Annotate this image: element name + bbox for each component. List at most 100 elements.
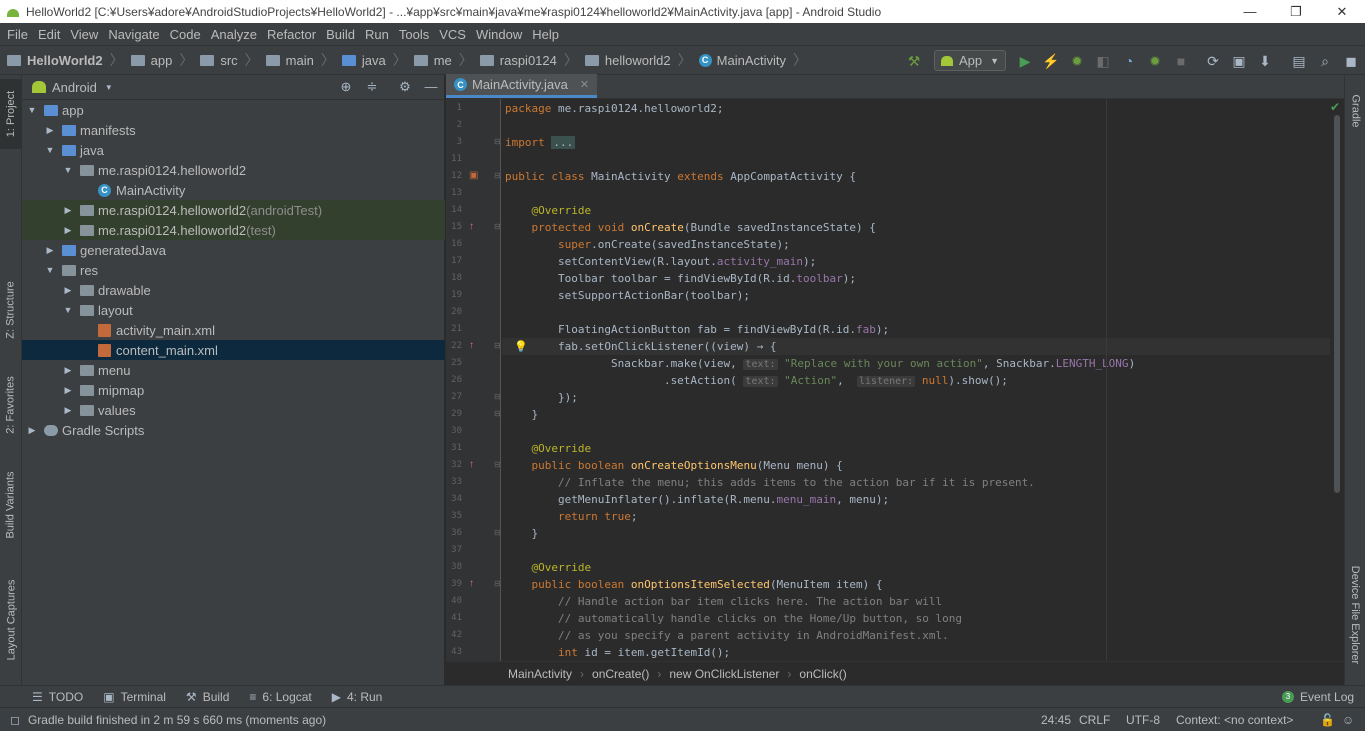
sdk-manager-icon[interactable]: ⬇ [1253, 46, 1277, 76]
close-button[interactable]: ✕ [1319, 0, 1365, 23]
chevron-down-icon[interactable]: ▼ [62, 165, 74, 175]
tab-build-variants[interactable]: Build Variants [0, 460, 22, 550]
tree-item[interactable]: C MainActivity [22, 180, 445, 200]
tab-device-file-explorer[interactable]: Device File Explorer [1345, 555, 1365, 675]
menu-code[interactable]: Code [165, 27, 206, 42]
intention-bulb-icon[interactable]: 💡 [514, 338, 528, 355]
chevron-right-icon[interactable]: ▶ [44, 125, 56, 136]
line-separator[interactable]: CRLF [1079, 713, 1110, 727]
code-line[interactable]: public boolean onOptionsItemSelected(Men… [505, 576, 883, 593]
search-icon[interactable]: ⌕ [1313, 46, 1337, 76]
code-line[interactable]: @Override [505, 559, 592, 576]
chevron-down-icon[interactable]: ▼ [44, 265, 56, 275]
restore-button[interactable]: ❐ [1273, 0, 1319, 23]
menu-view[interactable]: View [65, 27, 103, 42]
menu-tools[interactable]: Tools [394, 27, 434, 42]
coverage-icon[interactable]: ◧ [1091, 46, 1115, 76]
attach-debugger-icon[interactable]: ✹ [1143, 46, 1167, 76]
tab-mainactivity[interactable]: C MainActivity.java ✕ [446, 74, 598, 98]
tree-item[interactable]: ▼ me.raspi0124.helloworld2 [22, 160, 445, 180]
chevron-down-icon[interactable]: ▼ [44, 145, 56, 155]
debug-icon[interactable]: ✹ [1065, 46, 1089, 76]
chevron-down-icon[interactable]: ▼ [26, 105, 38, 115]
editor-breadcrumb-onclick[interactable]: onClick() [799, 667, 846, 681]
code-line[interactable]: @Override [505, 202, 592, 219]
project-structure-icon[interactable]: ▤ [1287, 46, 1311, 76]
collapse-all-icon[interactable]: ≑ [364, 79, 380, 95]
code-line[interactable]: int id = item.getItemId(); [505, 644, 730, 661]
tree-item[interactable]: ▶ values [22, 400, 445, 420]
fold-icon[interactable]: ⊟ [494, 222, 501, 231]
stop-icon[interactable]: ■ [1169, 46, 1193, 76]
fold-icon[interactable]: ⊟ [494, 392, 501, 401]
terminal-button[interactable]: ▣ Terminal [103, 690, 166, 704]
run-icon[interactable]: ▶ [1013, 46, 1037, 76]
chevron-right-icon[interactable]: ▶ [44, 245, 56, 256]
tree-item[interactable]: ▶ manifests [22, 120, 445, 140]
code-line[interactable]: getMenuInflater().inflate(R.menu.menu_ma… [505, 491, 889, 508]
tree-item[interactable]: ▶ mipmap [22, 380, 445, 400]
context-indicator[interactable]: Context: <no context> [1176, 713, 1293, 727]
menu-vcs[interactable]: VCS [434, 27, 471, 42]
fold-icon[interactable]: ⊟ [494, 341, 501, 350]
editor-breadcrumb-listener[interactable]: new OnClickListener [669, 667, 779, 681]
tree-item[interactable]: ▼ java [22, 140, 445, 160]
logcat-button[interactable]: ≡ 6: Logcat [249, 690, 311, 704]
tree-item[interactable]: activity_main.xml [22, 320, 445, 340]
editor-breadcrumb-method[interactable]: onCreate() [592, 667, 649, 681]
menu-analyze[interactable]: Analyze [206, 27, 262, 42]
tree-item[interactable]: ▶ menu [22, 360, 445, 380]
tree-item[interactable]: content_main.xml [22, 340, 445, 360]
apply-changes-icon[interactable]: ⚡ [1039, 46, 1063, 76]
breadcrumb-helloworld2[interactable]: helloworld2 〉 [578, 45, 692, 75]
code-line[interactable]: fab.setOnClickListener((view) → { [502, 338, 1330, 355]
fold-icon[interactable]: ⊟ [494, 137, 501, 146]
menu-refactor[interactable]: Refactor [262, 27, 321, 42]
inspector-icon[interactable]: ☺ [1342, 713, 1354, 727]
tree-item[interactable]: ▶ drawable [22, 280, 445, 300]
tab-project[interactable]: 1: Project [0, 79, 22, 149]
override-icon[interactable]: ↑ [469, 578, 474, 589]
chevron-right-icon[interactable]: ▶ [62, 405, 74, 416]
breadcrumb-mainactivity[interactable]: C MainActivity 〉 [692, 45, 807, 75]
tab-structure[interactable]: Z: Structure [0, 270, 22, 350]
breadcrumb-raspi0124[interactable]: raspi0124 〉 [473, 45, 578, 75]
breadcrumb-project[interactable]: HelloWorld2 〉 [0, 45, 124, 75]
run-button[interactable]: ▶ 4: Run [332, 690, 383, 704]
run-configuration-select[interactable]: App ▼ [934, 50, 1006, 71]
menu-navigate[interactable]: Navigate [103, 27, 164, 42]
tree-item[interactable]: ▶ Gradle Scripts [22, 420, 445, 440]
code-line[interactable]: return true; [505, 508, 638, 525]
code-line[interactable]: Snackbar.make(view, text: "Replace with … [505, 355, 1135, 372]
close-icon[interactable]: ✕ [580, 78, 589, 91]
breadcrumb-app[interactable]: app 〉 [124, 45, 193, 75]
code-line[interactable]: import ... [505, 134, 576, 151]
editor-breadcrumb-class[interactable]: MainActivity [508, 667, 572, 681]
code-line[interactable]: // as you specify a parent activity in A… [505, 627, 949, 644]
file-encoding[interactable]: UTF-8 [1126, 713, 1160, 727]
fold-icon[interactable]: ⊟ [494, 579, 501, 588]
code-line[interactable]: @Override [505, 440, 592, 457]
tree-item[interactable]: ▶ generatedJava [22, 240, 445, 260]
sync-gradle-icon[interactable]: ⟳ [1201, 46, 1225, 76]
override-icon[interactable]: ↑ [469, 221, 474, 232]
chevron-down-icon[interactable]: ▼ [62, 305, 74, 315]
avatar[interactable]: ◼ [1339, 46, 1363, 76]
menu-edit[interactable]: Edit [33, 27, 65, 42]
gear-icon[interactable]: ⚙ [397, 79, 413, 95]
code-line[interactable]: package me.raspi0124.helloworld2; [505, 100, 724, 117]
code-line[interactable]: Toolbar toolbar = findViewById(R.id.tool… [505, 270, 856, 287]
code-line[interactable]: public boolean onCreateOptionsMenu(Menu … [505, 457, 843, 474]
build-button[interactable]: ⚒ Build [186, 690, 229, 704]
tab-gradle[interactable]: Gradle [1345, 81, 1365, 141]
chevron-down-icon[interactable]: ▼ [105, 83, 113, 92]
tree-item[interactable]: ▼ app [22, 100, 445, 120]
code-area[interactable]: package me.raspi0124.helloworld2; import … [502, 99, 1330, 661]
breadcrumb-java[interactable]: java 〉 [335, 45, 407, 75]
code-line[interactable]: .setAction( text: "Action", listener: nu… [505, 372, 1008, 389]
fold-icon[interactable]: ⊟ [494, 171, 501, 180]
override-icon[interactable]: ↑ [469, 340, 474, 351]
code-line[interactable]: // Inflate the menu; this adds items to … [505, 474, 1035, 491]
code-line[interactable]: FloatingActionButton fab = findViewById(… [505, 321, 889, 338]
code-line[interactable]: // automatically handle clicks on the Ho… [505, 610, 962, 627]
